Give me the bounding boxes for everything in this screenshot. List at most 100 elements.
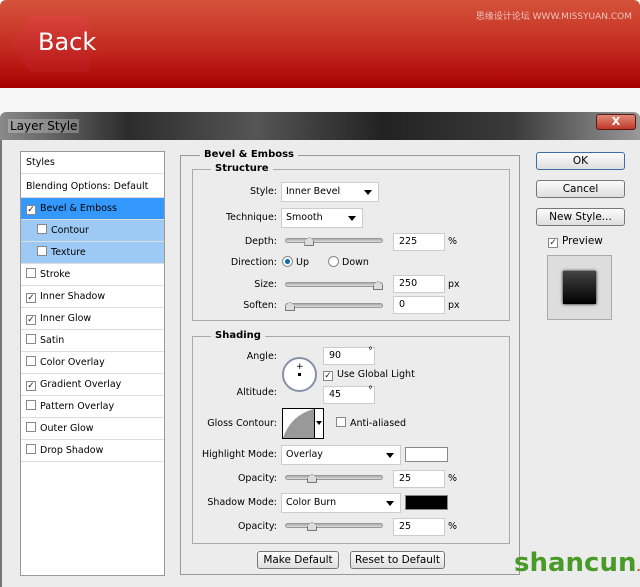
preview-checkbox[interactable]: ✓ Preview	[548, 235, 603, 248]
style-item-stroke[interactable]: Stroke	[21, 264, 164, 286]
soften-unit: px	[448, 300, 460, 311]
checkbox-icon[interactable]	[37, 246, 47, 256]
highlight-opacity-input[interactable]: 25	[393, 470, 445, 488]
anti-aliased-label: Anti-aliased	[350, 418, 407, 429]
up-label: Up	[296, 257, 309, 268]
direction-label: Direction:	[230, 257, 277, 268]
checkbox-icon[interactable]: ✓	[26, 381, 36, 391]
slider-thumb[interactable]	[285, 302, 295, 311]
checkbox-icon[interactable]	[26, 400, 36, 410]
dialog-title: Layer Style	[8, 119, 80, 133]
style-item-gradient-overlay[interactable]: ✓ Gradient Overlay	[21, 374, 164, 396]
highlight-mode-label: Highlight Mode:	[202, 449, 277, 460]
style-item-texture[interactable]: Texture	[21, 242, 164, 264]
checkbox-icon[interactable]	[26, 268, 36, 278]
technique-select[interactable]: Smooth	[281, 208, 363, 228]
cancel-button[interactable]: Cancel	[536, 180, 625, 198]
gloss-contour-picker[interactable]	[282, 408, 324, 439]
style-item-blending-options-default[interactable]: Blending Options: Default	[21, 176, 164, 198]
checkbox-icon[interactable]	[26, 334, 36, 344]
checkbox-icon[interactable]	[37, 224, 47, 234]
style-item-bevel-emboss[interactable]: ✓ Bevel & Emboss	[21, 198, 164, 220]
highlight-opacity-slider[interactable]	[285, 474, 383, 483]
shadow-opacity-input[interactable]: 25	[393, 518, 445, 536]
angle-dial[interactable]: +	[282, 357, 317, 392]
back-button[interactable]: Back	[12, 16, 96, 72]
contour-curve-icon	[283, 409, 314, 438]
style-preview	[547, 255, 612, 320]
ok-button[interactable]: OK	[536, 152, 625, 170]
highlight-opacity-label: Opacity:	[237, 473, 277, 484]
slider-thumb[interactable]	[307, 522, 317, 531]
dialog-titlebar[interactable]: Layer Style X	[0, 112, 640, 140]
global-light-label: Use Global Light	[337, 369, 415, 380]
style-item-label: Inner Shadow	[40, 291, 106, 302]
slider-thumb[interactable]	[373, 281, 383, 290]
checkbox-icon[interactable]: ✓	[26, 315, 36, 325]
checkbox-icon[interactable]: ✓	[26, 205, 36, 215]
style-select[interactable]: Inner Bevel	[281, 182, 379, 202]
style-item-label: Stroke	[40, 269, 71, 280]
degree-unit: °	[368, 346, 373, 357]
checkbox-icon[interactable]: ✓	[26, 293, 36, 303]
chevron-down-icon	[316, 421, 322, 425]
style-item-satin[interactable]: Satin	[21, 330, 164, 352]
depth-input[interactable]: 225	[393, 233, 445, 251]
slider-thumb[interactable]	[304, 237, 315, 246]
styles-list: Styles Blending Options: Default ✓ Bevel &…	[20, 151, 165, 576]
checkbox-icon	[336, 417, 346, 427]
shadow-mode-label: Shadow Mode:	[207, 497, 277, 508]
soften-input[interactable]: 0	[393, 296, 445, 314]
soften-slider[interactable]	[285, 302, 383, 311]
use-global-light-checkbox[interactable]: ✓ Use Global Light	[323, 369, 415, 381]
style-item-drop-shadow[interactable]: Drop Shadow	[21, 440, 164, 462]
style-value: Inner Bevel	[286, 186, 341, 197]
shadow-mode-select[interactable]: Color Burn	[281, 493, 401, 513]
checkbox-icon[interactable]	[26, 444, 36, 454]
degree-unit: °	[368, 385, 373, 396]
preview-swatch	[563, 271, 596, 304]
watermark: 思缘设计论坛 WWW.MISSYUAN.COM	[475, 12, 632, 22]
reset-to-default-button[interactable]: Reset to Default	[350, 551, 445, 569]
style-item-contour[interactable]: Contour	[21, 220, 164, 242]
percent-unit: %	[448, 521, 458, 532]
technique-value: Smooth	[286, 212, 323, 223]
shadow-opacity-slider[interactable]	[285, 522, 383, 531]
depth-slider[interactable]	[285, 237, 383, 246]
make-default-button[interactable]: Make Default	[257, 551, 339, 569]
shadow-opacity-label: Opacity:	[237, 521, 277, 532]
highlight-color-swatch[interactable]	[405, 447, 448, 462]
slider-thumb[interactable]	[307, 474, 317, 483]
shadow-color-swatch[interactable]	[405, 495, 448, 510]
preview-label: Preview	[562, 235, 603, 247]
anti-aliased-checkbox[interactable]: Anti-aliased	[336, 417, 406, 429]
style-item-color-overlay[interactable]: Color Overlay	[21, 352, 164, 374]
depth-label: Depth:	[244, 236, 277, 247]
size-label: Size:	[254, 279, 277, 290]
styles-header[interactable]: Styles	[21, 152, 164, 174]
chevron-down-icon	[386, 501, 394, 506]
size-input[interactable]: 250	[393, 275, 445, 293]
style-item-inner-shadow[interactable]: ✓ Inner Shadow	[21, 286, 164, 308]
checkbox-icon[interactable]	[26, 422, 36, 432]
chevron-down-icon	[348, 216, 356, 221]
gloss-contour-label: Gloss Contour:	[207, 418, 277, 429]
new-style-button[interactable]: New Style...	[536, 208, 625, 226]
direction-down-radio[interactable]: Down	[328, 256, 369, 268]
size-slider[interactable]	[285, 281, 383, 290]
checkbox-icon[interactable]	[26, 356, 36, 366]
style-item-inner-glow[interactable]: ✓ Inner Glow	[21, 308, 164, 330]
close-button[interactable]: X	[596, 114, 636, 130]
angle-label: Angle:	[246, 351, 277, 362]
radio-icon	[328, 256, 339, 267]
technique-label: Technique:	[225, 212, 277, 223]
style-item-label: Outer Glow	[40, 423, 94, 434]
style-item-pattern-overlay[interactable]: Pattern Overlay	[21, 396, 164, 418]
style-item-label: Contour	[51, 225, 89, 236]
direction-up-radio[interactable]: Up	[282, 256, 309, 268]
radio-icon	[282, 256, 293, 267]
highlight-mode-select[interactable]: Overlay	[281, 445, 401, 465]
style-item-label: Bevel & Emboss	[40, 203, 117, 214]
style-item-outer-glow[interactable]: Outer Glow	[21, 418, 164, 440]
crosshair-icon: +	[296, 362, 304, 372]
